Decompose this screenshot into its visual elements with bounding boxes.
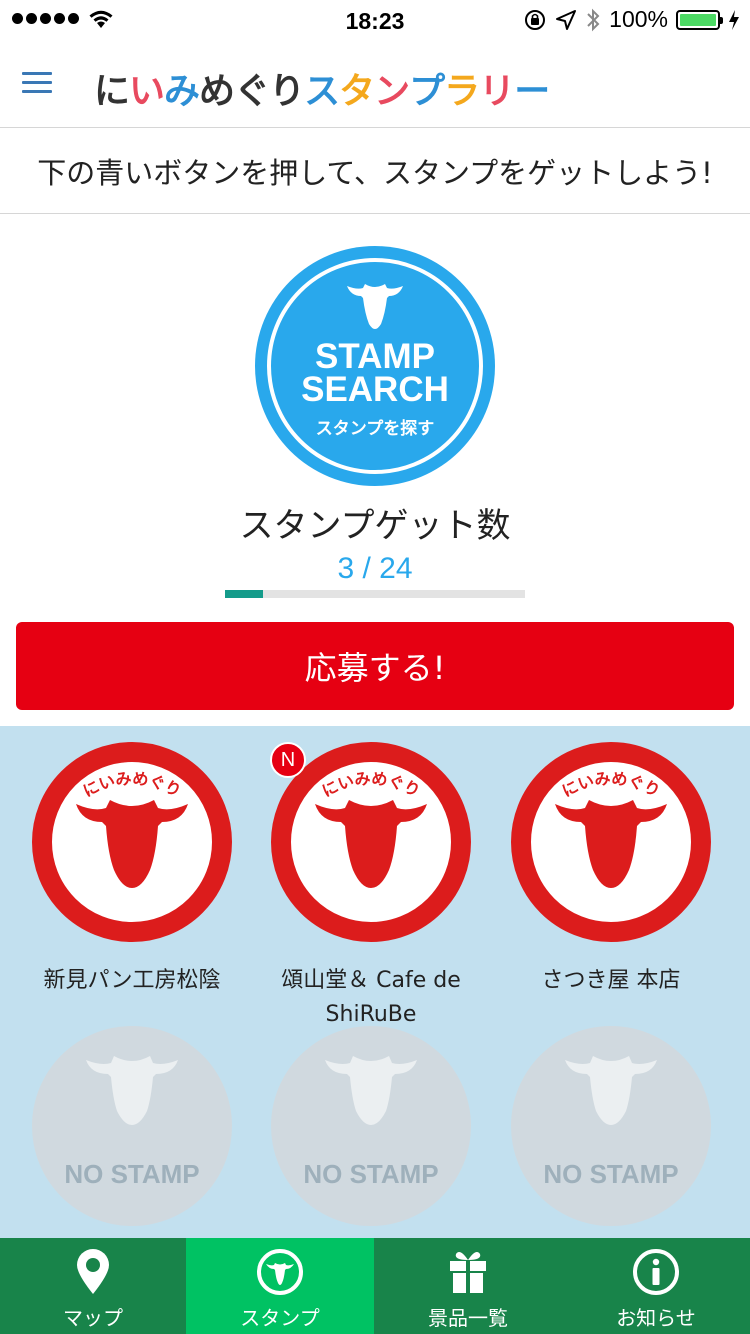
- stamp-cell[interactable]: NO STAMP: [251, 1026, 491, 1238]
- logo-char: リ: [479, 71, 515, 112]
- tab-map[interactable]: マップ: [0, 1238, 186, 1334]
- new-badge: N: [270, 742, 306, 778]
- stamp-shop-name: さつき屋 本店: [541, 968, 681, 993]
- stamp-acquired: にいみめぐり: [32, 742, 232, 942]
- logo-char: い: [129, 71, 165, 112]
- logo-char: ー: [514, 71, 550, 112]
- cow-head-icon: [555, 800, 667, 888]
- stamp-cell[interactable]: にいみめぐり 頌山堂＆ Cafe de ShiRuBe: [251, 742, 491, 1027]
- location-icon: [556, 9, 577, 30]
- logo-char: ン: [374, 71, 410, 112]
- tab-stamp[interactable]: スタンプ: [186, 1238, 374, 1334]
- status-right: 100%: [523, 6, 740, 33]
- stamp-empty: NO STAMP: [32, 1026, 232, 1226]
- logo-char: み: [164, 71, 200, 112]
- stamp-shop-name: 頌山堂＆ Cafe de ShiRuBe: [281, 968, 461, 1027]
- stamp-search-subtitle: スタンプを探す: [315, 419, 435, 439]
- logo-char: に: [94, 71, 130, 112]
- cow-head-icon: [347, 284, 403, 329]
- cow-head-icon: [565, 1056, 657, 1125]
- battery-icon: [676, 9, 723, 30]
- stamp-count-value: 3 / 24: [337, 552, 413, 585]
- no-stamp-label: NO STAMP: [64, 1159, 200, 1189]
- no-stamp-label: NO STAMP: [303, 1159, 439, 1189]
- gift-icon: [450, 1252, 486, 1293]
- stamp-cell[interactable]: にいみめぐり新見パン工房松陰: [12, 742, 252, 1002]
- stamp-cell[interactable]: NO STAMP: [12, 1026, 252, 1238]
- tab-prizes[interactable]: 景品一覧: [374, 1238, 562, 1334]
- logo-char: ラ: [444, 71, 480, 112]
- stamp-grid: にいみめぐり 新見パン工房松陰 にいみめぐり 頌山堂＆ Cafe de ShiRuBe…: [0, 726, 750, 1238]
- status-bar: 18:23 100%: [0, 0, 750, 40]
- app-logo-title: にいみめぐりスタンプラリー: [94, 62, 550, 114]
- stamp-shop-name: 新見パン工房松陰: [43, 968, 221, 993]
- logo-char: り: [269, 71, 305, 112]
- stamp-count-label: スタンプゲット数: [239, 506, 511, 546]
- hamburger-menu-icon[interactable]: [22, 72, 52, 94]
- stamp-progress-fill: [225, 590, 263, 598]
- stamp-empty: NO STAMP: [271, 1026, 471, 1226]
- cow-head-icon: [315, 800, 427, 888]
- logo-char: ス: [304, 71, 340, 112]
- map-pin-icon: [77, 1249, 109, 1294]
- app-header: にいみめぐりスタンプラリー: [0, 40, 750, 128]
- apply-button[interactable]: 応募する!: [16, 622, 734, 710]
- bluetooth-icon: [587, 8, 600, 31]
- tab-notices[interactable]: お知らせ: [562, 1238, 750, 1334]
- logo-char: め: [199, 71, 235, 112]
- cow-head-icon: [325, 1056, 417, 1125]
- orientation-lock-icon: [525, 9, 546, 30]
- cow-head-icon: [86, 1056, 178, 1125]
- instruction-text: 下の青いボタンを押して、スタンプをゲットしよう!: [0, 128, 750, 214]
- stamp-search-line2: SEARCH: [301, 370, 449, 409]
- bottom-tab-bar: マップ スタンプ 景品一覧 お知らせ: [0, 1238, 750, 1334]
- stamp-acquired: にいみめぐり: [511, 742, 711, 942]
- logo-char: タ: [339, 71, 375, 112]
- stamp-cell[interactable]: にいみめぐりさつき屋 本店: [491, 742, 731, 1002]
- stamp-search-button[interactable]: STAMP SEARCH スタンプを探す: [255, 246, 495, 486]
- logo-char: プ: [409, 71, 445, 112]
- stamp-empty: NO STAMP: [511, 1026, 711, 1226]
- info-icon: [633, 1249, 679, 1295]
- no-stamp-label: NO STAMP: [543, 1159, 679, 1189]
- stamp-cell[interactable]: NO STAMP: [491, 1026, 731, 1238]
- logo-char: ぐ: [234, 71, 270, 112]
- stamp-progress-bar: [225, 590, 525, 598]
- charging-icon: [729, 9, 739, 30]
- battery-percentage: 100%: [609, 6, 668, 32]
- stamp-icon: [257, 1249, 303, 1295]
- cow-head-icon: [76, 800, 188, 888]
